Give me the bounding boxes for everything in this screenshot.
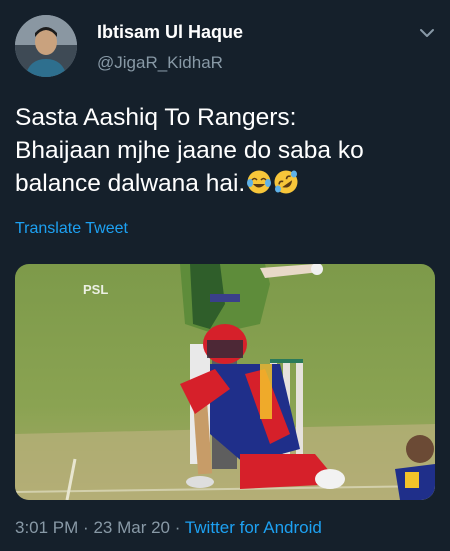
chevron-down-icon[interactable] <box>418 26 436 40</box>
psl-logo-text: PSL <box>83 282 108 297</box>
translate-tweet-link[interactable]: Translate Tweet <box>15 220 128 238</box>
tweet-time: 3:01 PM <box>15 518 79 537</box>
author-handle[interactable]: @JigaR_KidhaR <box>97 53 223 73</box>
tweet-text-line: Bhaijaan mjhe jaane do saba ko <box>15 137 364 164</box>
tweet-media-photo[interactable]: PSL <box>15 264 435 500</box>
rolling-on-the-floor-laughing-icon <box>274 170 298 194</box>
tweet-date: 23 Mar 20 <box>93 518 170 537</box>
tweet-text-line: Sasta Aashiq To Rangers: <box>15 104 297 131</box>
tweet-meta: 3:01 PM · 23 Mar 20 · Twitter for Androi… <box>15 518 322 538</box>
cricket-photo: PSL <box>15 264 435 500</box>
meta-separator: · <box>83 518 89 537</box>
author-display-name[interactable]: Ibtisam Ul Haque <box>97 22 243 43</box>
tweet-card: Ibtisam Ul Haque @JigaR_KidhaR Sasta Aas… <box>0 0 450 551</box>
meta-separator: · <box>174 518 181 537</box>
tweet-text: Sasta Aashiq To Rangers: Bhaijaan mjhe j… <box>15 101 440 200</box>
avatar[interactable] <box>15 15 77 77</box>
face-with-tears-of-joy-icon <box>247 170 272 194</box>
tweet-source-link[interactable]: Twitter for Android <box>185 518 322 537</box>
avatar-photo <box>15 15 77 77</box>
tweet-text-line: balance dalwana hai. <box>15 167 440 200</box>
